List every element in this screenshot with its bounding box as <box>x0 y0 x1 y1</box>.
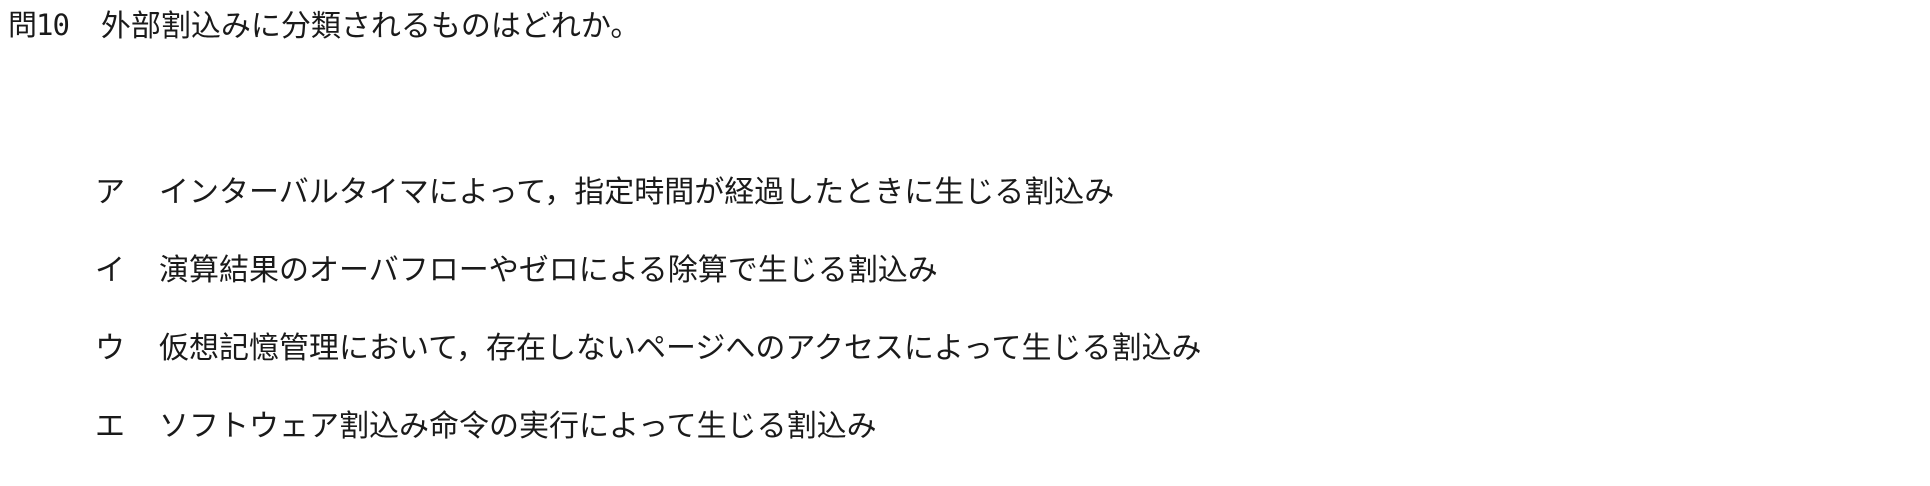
choice-u[interactable]: ウ 仮想記憶管理において，存在しないページへのアクセスによって生じる割込み <box>95 320 1202 370</box>
choice-e[interactable]: エ ソフトウェア割込み命令の実行によって生じる割込み <box>95 398 1202 448</box>
choice-label: イ <box>95 253 125 288</box>
choice-a[interactable]: ア インターバルタイマによって，指定時間が経過したときに生じる割込み <box>95 164 1202 214</box>
choice-i[interactable]: イ 演算結果のオーバフローやゼロによる除算で生じる割込み <box>95 242 1202 292</box>
exam-page: 問10 外部割込みに分類されるものはどれか。 ア インターバルタイマによって，指… <box>0 0 1930 486</box>
choice-text: 演算結果のオーバフローやゼロによる除算で生じる割込み <box>159 253 938 288</box>
question-text: 外部割込みに分類されるものはどれか。 <box>100 9 641 44</box>
choice-label: ア <box>95 175 125 210</box>
choice-text: 仮想記憶管理において，存在しないページへのアクセスによって生じる割込み <box>159 331 1202 366</box>
choice-text: インターバルタイマによって，指定時間が経過したときに生じる割込み <box>159 175 1115 210</box>
question-number: 問10 <box>8 8 70 42</box>
answer-choices: ア インターバルタイマによって，指定時間が経過したときに生じる割込み イ 演算結… <box>95 164 1202 476</box>
choice-text: ソフトウェア割込み命令の実行によって生じる割込み <box>159 409 877 444</box>
choice-label: ウ <box>95 331 125 366</box>
question-heading: 問10 外部割込みに分類されるものはどれか。 <box>8 0 640 46</box>
choice-label: エ <box>95 409 125 444</box>
